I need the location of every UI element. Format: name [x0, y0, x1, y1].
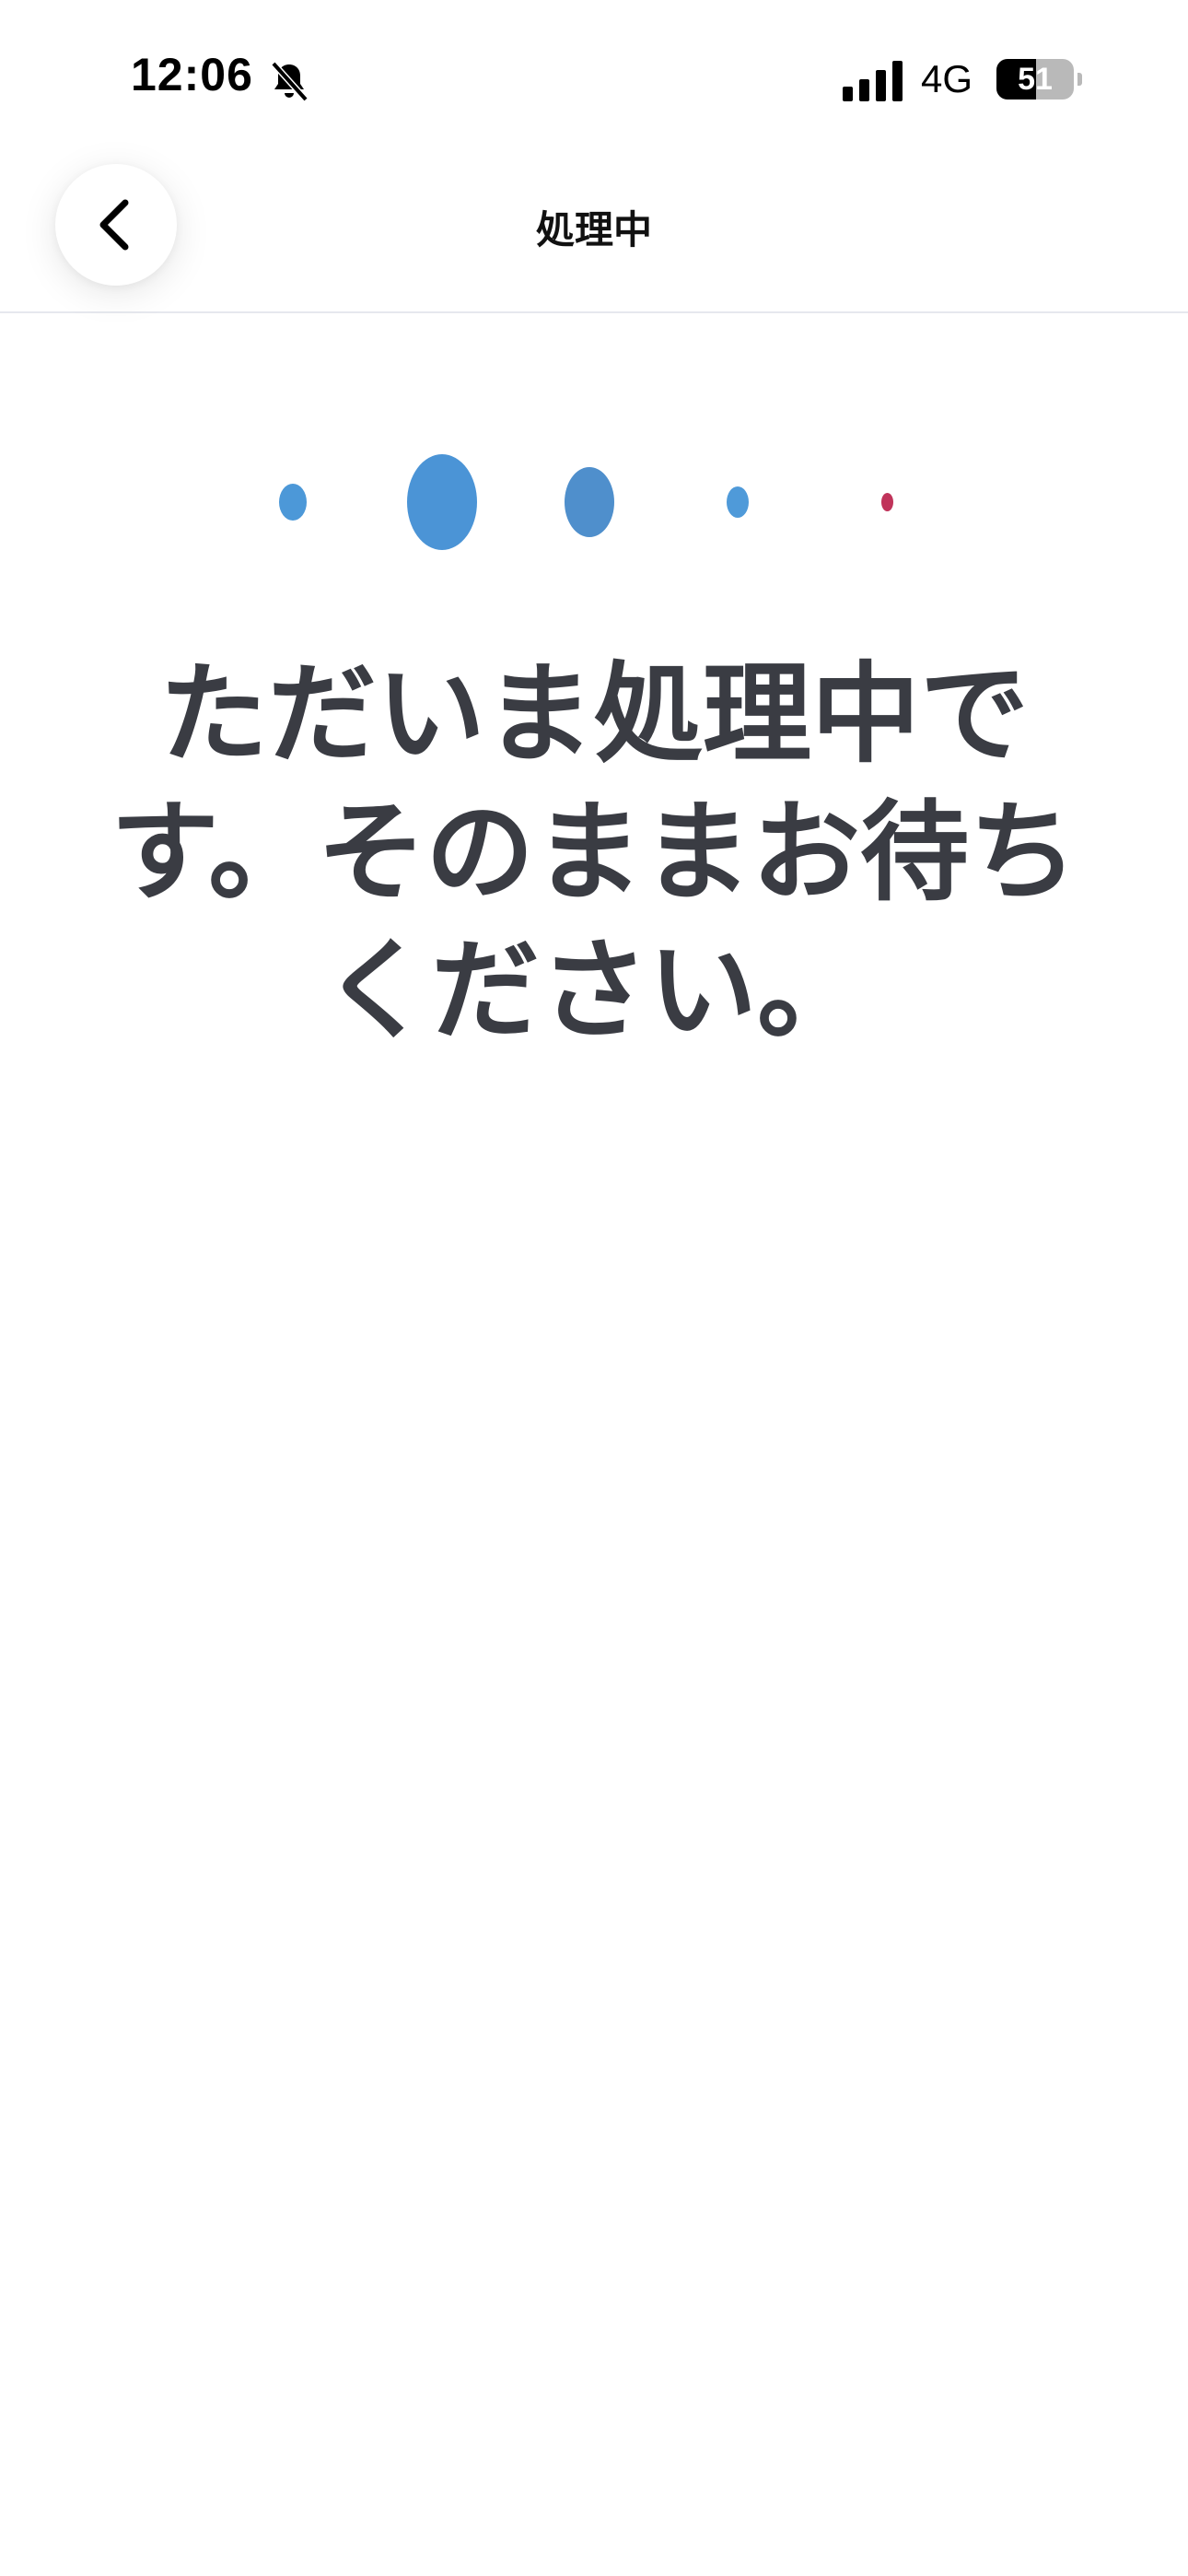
loading-dot [727, 486, 749, 518]
loading-indicator [0, 433, 1188, 571]
navigation-header: 処理中 [0, 147, 1188, 313]
processing-screen: 12:06 4G 51 処理中 ただいま処理中です。そのままお待ちください。 [0, 0, 1188, 2576]
loading-dot [407, 454, 477, 550]
network-type-label: 4G [921, 57, 973, 100]
battery-icon: 51 [996, 59, 1082, 100]
status-time: 12:06 [131, 49, 253, 100]
loading-dot [565, 467, 614, 537]
status-bar: 12:06 4G 51 [0, 0, 1188, 147]
processing-message: ただいま処理中です。そのままお待ちください。 [110, 650, 1078, 1054]
page-title: 処理中 [535, 207, 652, 252]
loading-dot [279, 484, 307, 521]
battery-percent: 51 [1018, 62, 1053, 97]
bell-muted-icon [271, 61, 309, 102]
cellular-signal-icon [843, 61, 903, 101]
loading-dot [881, 493, 893, 511]
